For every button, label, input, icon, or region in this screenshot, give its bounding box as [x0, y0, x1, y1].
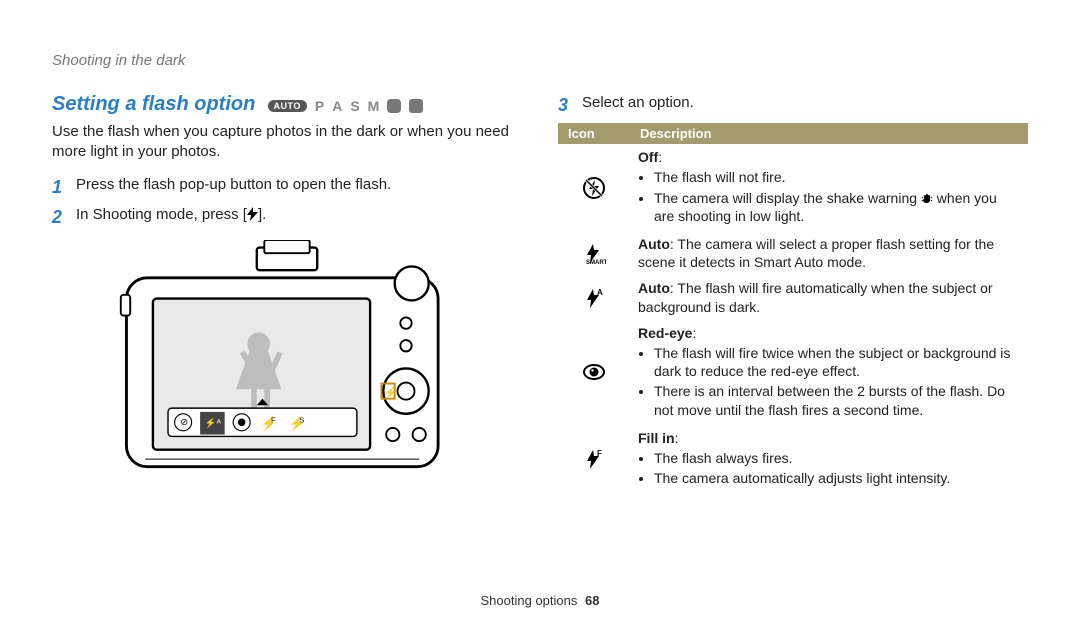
mode-p-icon: P: [315, 98, 324, 114]
options-table: Icon Description Off: The flash will n: [558, 123, 1028, 493]
table-row: A Auto: The flash will fire automaticall…: [558, 275, 1028, 319]
flash-auto-icon: A: [558, 275, 630, 319]
table-row: F Fill in: The flash always fires. The c…: [558, 425, 1028, 494]
mode-m-icon: M: [368, 98, 380, 114]
table-row: Red-eye: The flash will fire twice when …: [558, 320, 1028, 425]
table-row: SMART Auto: The camera will select a pro…: [558, 231, 1028, 275]
svg-text:S: S: [299, 415, 304, 424]
mode-auto-icon: AUTO: [268, 100, 307, 112]
step-2-post: ].: [258, 206, 266, 223]
off-bullet-1: The flash will not fire.: [654, 168, 1020, 186]
mode-icons-row: AUTO P A S M: [268, 98, 424, 114]
flash-off-icon: [558, 144, 630, 231]
section-title: Setting a flash option: [52, 93, 255, 116]
flash-smart-icon: SMART: [558, 231, 630, 275]
svg-text:⊘: ⊘: [180, 417, 188, 428]
svg-text:⚡: ⚡: [384, 385, 397, 398]
step-3-number: 3: [558, 93, 572, 117]
camera-illustration: ⊘ ⚡ᴬ ⚡F ⚡S: [117, 240, 457, 490]
fillin-bullet-1: The flash always fires.: [654, 449, 1020, 467]
flash-fillin-icon: F: [558, 425, 630, 494]
footer-page-number: 68: [585, 593, 599, 608]
svg-text:SMART: SMART: [586, 260, 606, 265]
table-head-desc: Description: [630, 123, 1028, 144]
shake-warning-icon: [921, 191, 933, 203]
mode-extra-icon: [409, 99, 423, 113]
page-footer: Shooting options 68: [0, 593, 1080, 608]
mode-a-icon: A: [332, 98, 342, 114]
fillin-bullet-2: The camera automatically adjusts light i…: [654, 469, 1020, 487]
mode-s-icon: S: [350, 98, 359, 114]
off-title: Off: [638, 149, 658, 165]
off-bullet-2: The camera will display the shake warnin…: [654, 189, 1020, 225]
footer-section: Shooting options: [481, 593, 578, 608]
breadcrumb: Shooting in the dark: [52, 52, 1028, 69]
step-3-text: Select an option.: [582, 93, 694, 117]
svg-text:A: A: [597, 288, 603, 297]
redeye-bullet-1: The flash will fire twice when the subje…: [654, 344, 1020, 380]
table-row: Off: The flash will not fire. The camera…: [558, 144, 1028, 231]
step-2-number: 2: [52, 205, 66, 229]
flash-redeye-icon: [558, 320, 630, 425]
redeye-title: Red-eye: [638, 325, 692, 341]
step-2-text: In Shooting mode, press [].: [76, 205, 266, 229]
auto-desc: Auto: The flash will fire automatically …: [630, 275, 1028, 319]
step-2-pre: In Shooting mode, press [: [76, 206, 247, 223]
intro-text: Use the flash when you capture photos in…: [52, 122, 522, 161]
svg-text:⚡ᴬ: ⚡ᴬ: [205, 417, 222, 429]
redeye-bullet-2: There is an interval between the 2 burst…: [654, 382, 1020, 418]
flash-icon: [247, 207, 258, 221]
fillin-title: Fill in: [638, 430, 675, 446]
step-1-text: Press the flash pop-up button to open th…: [76, 175, 391, 199]
svg-text:F: F: [597, 449, 602, 458]
step-1-number: 1: [52, 175, 66, 199]
mode-scene-icon: [387, 99, 401, 113]
table-head-icon: Icon: [558, 123, 630, 144]
smart-desc: Auto: The camera will select a proper fl…: [630, 231, 1028, 275]
svg-text:F: F: [271, 415, 276, 424]
